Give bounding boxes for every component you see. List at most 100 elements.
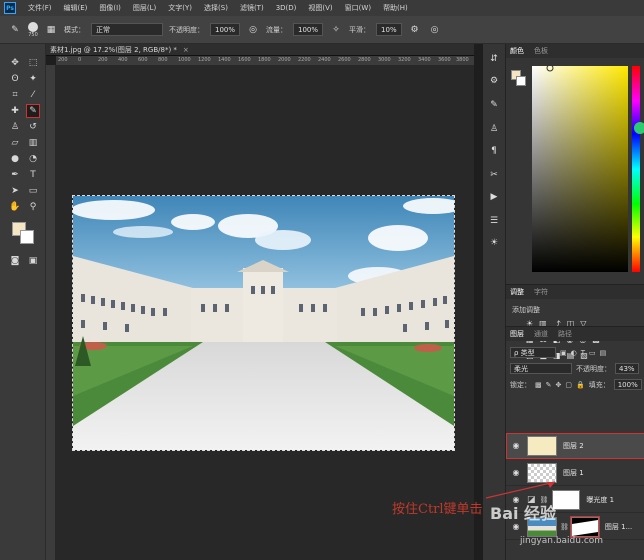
tab-layers[interactable]: 图层 (510, 329, 524, 339)
marquee-tool-icon[interactable]: ⬚ (26, 56, 40, 70)
tab-swatches[interactable]: 色板 (534, 46, 548, 56)
layers-panel: 图层 通道 路径 ρ 类型 ▣ ◐ T ▭ ▤ 柔光 不透明度： 43% 锁定：… (506, 326, 644, 560)
blend-mode-select[interactable]: 柔光 (510, 363, 572, 374)
menu-edit[interactable]: 编辑(E) (64, 3, 88, 13)
lock-move-icon[interactable]: ✥ (556, 381, 562, 389)
layer-filter-select[interactable]: ρ 类型 (510, 347, 556, 358)
layer-mask-thumbnail[interactable] (569, 515, 600, 538)
fill-field[interactable]: 100% (613, 379, 642, 390)
clone-source-icon[interactable]: ♙ (487, 122, 501, 136)
fill-label: 填充： (588, 380, 610, 389)
shape-tool-icon[interactable]: ▭ (26, 184, 40, 198)
watermark-url: jingyan.baidu.com (520, 536, 604, 546)
menu-image[interactable]: 图像(I) (99, 3, 121, 13)
history-brush-icon[interactable]: ↺ (26, 120, 40, 134)
pressure-opacity-icon[interactable]: ◎ (246, 23, 260, 37)
properties-icon[interactable]: ⚙ (487, 74, 501, 88)
brush-tool-icon[interactable]: ✎ (8, 23, 22, 37)
close-icon[interactable]: × (183, 46, 189, 54)
mode-value: 正常 (96, 25, 110, 34)
ruler-tick: 800 (158, 57, 168, 63)
tab-channels[interactable]: 通道 (534, 329, 548, 339)
menu-filter[interactable]: 滤镜(T) (240, 3, 264, 13)
lock-all-icon[interactable]: 🔒 (576, 381, 585, 389)
pressure-size-icon[interactable]: ◎ (428, 23, 442, 37)
ruler-tick: 200 (98, 57, 108, 63)
zoom-tool-icon[interactable]: ⚲ (26, 200, 40, 214)
menu-file[interactable]: 文件(F) (28, 3, 52, 13)
blur-icon[interactable]: ● (8, 152, 22, 166)
menu-3d[interactable]: 3D(D) (276, 4, 297, 12)
chain-icon: ⛓ (560, 522, 569, 531)
brush-preset-picker[interactable]: 750 (28, 21, 38, 38)
light-bulb-icon[interactable]: ☀ (487, 236, 501, 250)
brush-size: 750 (28, 31, 38, 38)
hand-tool-icon[interactable]: ✋ (8, 200, 22, 214)
dodge-icon[interactable]: ◔ (26, 152, 40, 166)
gear-icon[interactable]: ⚙ (408, 23, 422, 37)
menu-help[interactable]: 帮助(H) (383, 3, 408, 13)
magic-wand-icon[interactable]: ✦ (26, 72, 40, 86)
layer-row[interactable]: ◉ 图层 2 (506, 433, 644, 459)
filter-type-icon[interactable]: T (581, 349, 585, 357)
mode-select[interactable]: 正常 (91, 23, 163, 36)
filter-smart-icon[interactable]: ▤ (600, 349, 607, 357)
smooth-value: 10% (381, 25, 397, 34)
menu-type[interactable]: 文字(Y) (168, 3, 192, 13)
menu-layer[interactable]: 图层(L) (133, 3, 156, 13)
lock-paint-icon[interactable]: ✎ (546, 381, 552, 389)
crop-tool-icon[interactable]: ⌗ (8, 88, 22, 102)
filter-shape-icon[interactable]: ▭ (589, 349, 596, 357)
document-image[interactable] (72, 195, 455, 451)
move-tool-icon[interactable]: ✥ (8, 56, 22, 70)
lock-pixels-icon[interactable]: ▩ (535, 381, 542, 389)
document-tab[interactable]: 素材1.jpg @ 17.2%(图层 2, RGB/8*) * × (46, 44, 474, 56)
options-bar: ✎ 750 ▦ 模式： 正常 不透明度： 100% ◎ 流量： 100% ✧ 平… (0, 16, 644, 44)
eraser-icon[interactable]: ▱ (8, 136, 22, 150)
filter-pixel-icon[interactable]: ▣ (560, 349, 567, 357)
brush-settings-icon[interactable]: ▦ (44, 23, 58, 37)
opacity-field[interactable]: 100% (210, 23, 241, 36)
eyedropper-icon[interactable]: ⁄ (26, 88, 40, 102)
brush-settings-icon[interactable]: ✎ (487, 98, 501, 112)
path-select-icon[interactable]: ➤ (8, 184, 22, 198)
background-color-swatch[interactable] (20, 230, 34, 244)
history-icon[interactable]: ⇵ (487, 52, 501, 66)
tab-paths[interactable]: 路径 (558, 329, 572, 339)
eye-icon[interactable]: ◉ (509, 441, 523, 450)
info-icon[interactable]: ☰ (487, 214, 501, 228)
tab-character[interactable]: 字符 (534, 287, 548, 297)
flow-field[interactable]: 100% (293, 23, 324, 36)
gradient-icon[interactable]: ▥ (26, 136, 40, 150)
ruler-tick: 1800 (258, 57, 271, 63)
ruler-tick: 400 (118, 57, 128, 63)
menu-window[interactable]: 窗口(W) (345, 3, 371, 13)
tools-preset-icon[interactable]: ✂ (487, 168, 501, 182)
lock-row: 锁定： ▩ ✎ ✥ ▢ 🔒 填充： 100% (510, 379, 642, 390)
brush-tool-icon[interactable]: ✎ (26, 104, 40, 118)
clone-stamp-icon[interactable]: ♙ (8, 120, 22, 134)
type-tool-icon[interactable]: T (26, 168, 40, 182)
lasso-tool-icon[interactable]: ʘ (8, 72, 22, 86)
menu-view[interactable]: 视图(V) (308, 3, 332, 13)
layer-opacity-field[interactable]: 43% (615, 363, 639, 374)
paragraph-icon[interactable]: ¶ (487, 144, 501, 158)
smooth-field[interactable]: 10% (376, 23, 402, 36)
flow-label: 流量： (266, 25, 288, 34)
mask-shape (571, 519, 598, 536)
mode-label: 模式： (64, 25, 85, 34)
filter-adjust-icon[interactable]: ◐ (571, 349, 577, 357)
screen-mode-icon[interactable]: ▣ (26, 254, 40, 268)
tab-adjustments[interactable]: 调整 (510, 287, 524, 297)
lock-artboard-icon[interactable]: ▢ (565, 381, 572, 389)
tab-color[interactable]: 颜色 (510, 46, 524, 56)
actions-play-icon[interactable]: ▶ (487, 190, 501, 204)
quick-mask-icon[interactable]: ◙ (8, 254, 22, 268)
ruler-tick: 1000 (178, 57, 191, 63)
healing-brush-icon[interactable]: ✚ (8, 104, 22, 118)
background-chip[interactable] (516, 76, 526, 86)
airbrush-icon[interactable]: ✧ (329, 23, 343, 37)
pen-tool-icon[interactable]: ✒ (8, 168, 22, 182)
color-picker[interactable] (506, 58, 644, 284)
menu-select[interactable]: 选择(S) (204, 3, 228, 13)
